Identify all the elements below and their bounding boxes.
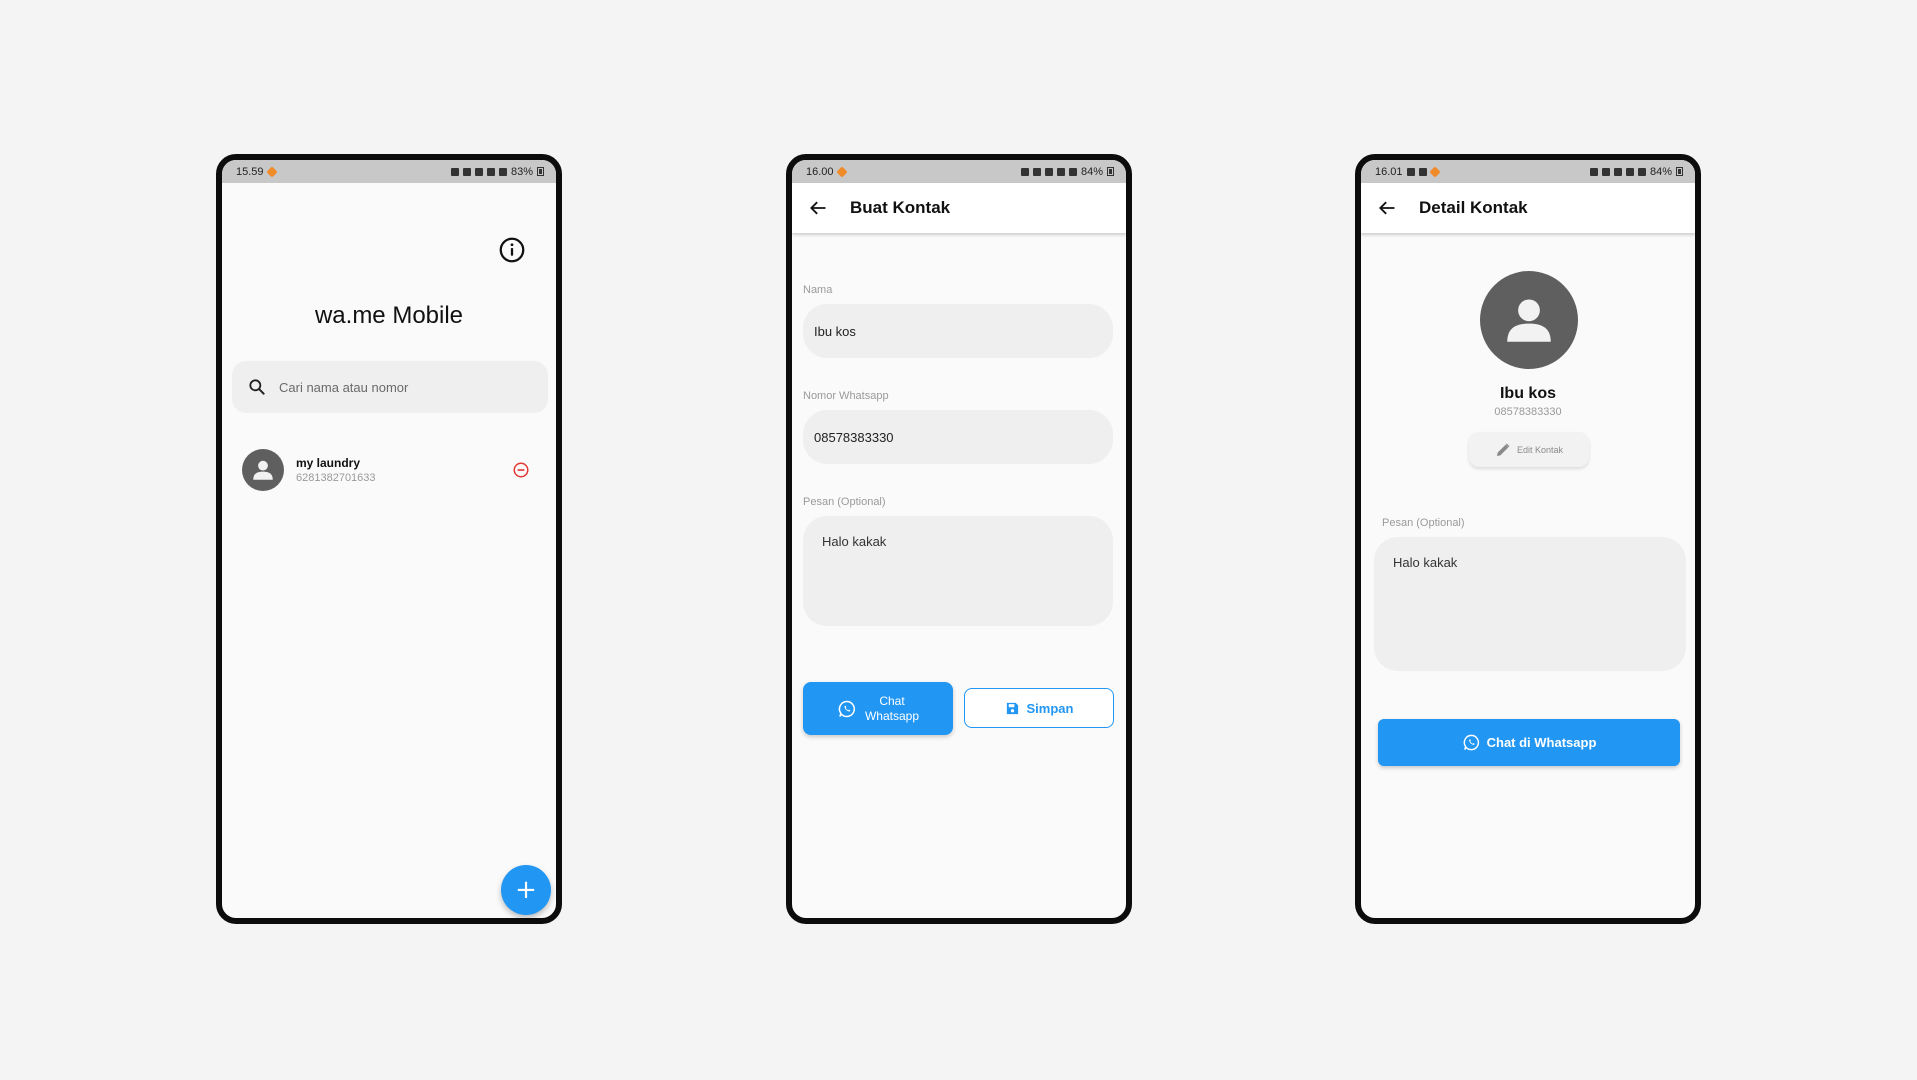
notification-icon bbox=[265, 165, 278, 178]
pencil-icon bbox=[1496, 443, 1510, 456]
chat-whatsapp-button[interactable]: Chat di Whatsapp bbox=[1378, 719, 1680, 766]
mute-icon bbox=[474, 167, 483, 176]
chat-whatsapp-button[interactable]: Chat Whatsapp bbox=[803, 682, 953, 735]
contact-name: Ibu kos bbox=[1499, 385, 1556, 402]
whatsapp-number-field[interactable]: 08578383330 bbox=[803, 410, 1113, 464]
app-bar: Detail Kontak bbox=[1361, 183, 1695, 233]
whatsapp-icon bbox=[838, 700, 855, 717]
back-arrow-icon bbox=[1379, 201, 1395, 215]
back-arrow-icon bbox=[810, 201, 826, 215]
alarm-icon bbox=[1601, 167, 1610, 176]
edit-contact-button[interactable]: Edit Kontak bbox=[1469, 432, 1589, 467]
signal-icon bbox=[1637, 167, 1646, 176]
back-button[interactable] bbox=[1361, 183, 1413, 233]
person-icon bbox=[1507, 299, 1551, 342]
alarm-icon bbox=[1032, 167, 1041, 176]
info-icon bbox=[499, 237, 525, 263]
name-value: Ibu kos bbox=[814, 323, 856, 339]
save-button[interactable]: Simpan bbox=[964, 688, 1114, 728]
notification-icon bbox=[835, 165, 848, 178]
delete-contact-button[interactable] bbox=[506, 455, 536, 485]
chat-button-line1: Chat bbox=[879, 693, 905, 708]
status-bar: 16.01 84% bbox=[1361, 160, 1695, 183]
app-bar: Buat Kontak bbox=[792, 183, 1126, 233]
person-icon bbox=[253, 460, 273, 480]
contact-number: 6281382701633 bbox=[296, 472, 376, 484]
page-title: Detail Kontak bbox=[1419, 198, 1528, 217]
battery-percent: 84% bbox=[1649, 165, 1672, 178]
wifi-icon bbox=[1056, 167, 1065, 176]
search-input[interactable]: Cari nama atau nomor bbox=[279, 380, 408, 395]
phone-home: 15.59 83% wa.me Mobile Cari nama atau no… bbox=[216, 154, 562, 924]
signal-icon bbox=[1068, 167, 1077, 176]
search-icon bbox=[249, 379, 265, 395]
edit-button-label: Edit Kontak bbox=[1516, 444, 1564, 455]
battery-percent: 83% bbox=[510, 165, 533, 178]
contact-list-item[interactable]: my laundry 6281382701633 bbox=[242, 448, 542, 492]
wifi-icon bbox=[486, 167, 495, 176]
number-value: 08578383330 bbox=[814, 429, 894, 445]
info-button[interactable] bbox=[497, 235, 527, 265]
name-field[interactable]: Ibu kos bbox=[803, 304, 1113, 358]
status-bar: 15.59 83% bbox=[222, 160, 556, 183]
chat-button-line2: Whatsapp bbox=[864, 708, 920, 723]
avatar bbox=[1480, 271, 1578, 369]
message-label: Pesan (Optional) bbox=[1382, 517, 1465, 529]
page-title: wa.me Mobile bbox=[314, 302, 464, 329]
message-field[interactable]: Halo kakak bbox=[1374, 537, 1686, 671]
add-contact-fab[interactable]: + bbox=[501, 865, 551, 915]
contact-number: 08578383330 bbox=[1494, 406, 1562, 418]
alarm-icon bbox=[462, 167, 471, 176]
battery-icon bbox=[1676, 167, 1683, 176]
sim-icon bbox=[450, 167, 459, 176]
message-value: Halo kakak bbox=[822, 534, 887, 549]
page-title: Buat Kontak bbox=[850, 198, 951, 217]
gallery-notification-icon bbox=[1418, 167, 1427, 176]
sim-icon bbox=[1589, 167, 1598, 176]
status-bar: 16.00 84% bbox=[792, 160, 1126, 183]
status-time: 16.00 bbox=[806, 165, 834, 178]
notification-icon bbox=[1428, 165, 1441, 178]
avatar bbox=[242, 449, 284, 491]
whatsapp-notification-icon bbox=[1406, 167, 1415, 176]
battery-icon bbox=[537, 167, 544, 176]
wifi-icon bbox=[1625, 167, 1634, 176]
signal-icon bbox=[498, 167, 507, 176]
sim-icon bbox=[1020, 167, 1029, 176]
plus-icon: + bbox=[515, 875, 537, 905]
mute-icon bbox=[1044, 167, 1053, 176]
status-time: 16.01 bbox=[1375, 165, 1403, 178]
chat-button-label: Chat di Whatsapp bbox=[1486, 735, 1597, 750]
remove-circle-icon bbox=[513, 462, 529, 478]
name-label: Nama bbox=[803, 284, 833, 296]
back-button[interactable] bbox=[792, 183, 844, 233]
search-bar[interactable]: Cari nama atau nomor bbox=[232, 361, 548, 413]
message-field[interactable]: Halo kakak bbox=[803, 516, 1113, 626]
battery-percent: 84% bbox=[1080, 165, 1103, 178]
contact-name: my laundry bbox=[296, 456, 361, 470]
save-icon bbox=[1006, 702, 1018, 714]
save-button-label: Simpan bbox=[1026, 700, 1074, 716]
mute-icon bbox=[1613, 167, 1622, 176]
number-label: Nomor Whatsapp bbox=[803, 390, 889, 402]
phone-detail: 16.01 84% Detail Kontak Ibu kos 08578383… bbox=[1355, 154, 1701, 924]
whatsapp-icon bbox=[1463, 734, 1479, 751]
battery-icon bbox=[1107, 167, 1114, 176]
message-label: Pesan (Optional) bbox=[803, 496, 886, 508]
phone-create: 16.00 84% Buat Kontak Nama Ibu kos Nomor bbox=[786, 154, 1132, 924]
status-time: 15.59 bbox=[236, 165, 264, 178]
message-value: Halo kakak bbox=[1393, 555, 1458, 570]
